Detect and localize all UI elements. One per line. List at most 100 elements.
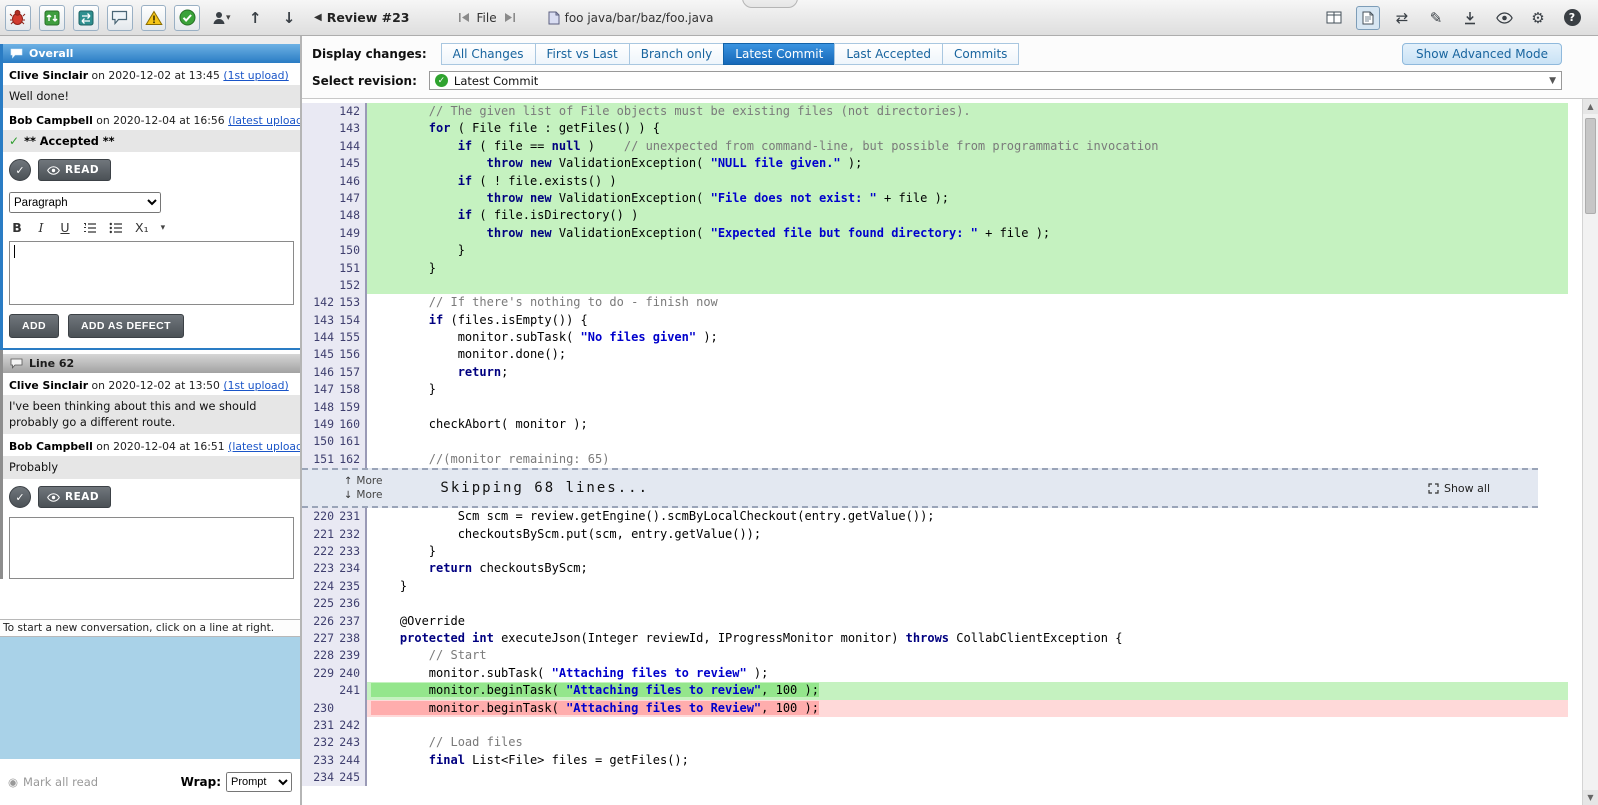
code-line[interactable]: 229240 monitor.subTask( "Attaching files… (302, 665, 1568, 682)
code-line[interactable]: 149160 checkAbort( monitor ); (302, 416, 1568, 433)
code-line[interactable]: 232243 // Load files (302, 734, 1568, 751)
code-line[interactable]: 234245 (302, 769, 1568, 786)
upload-link[interactable]: (1st upload) (223, 379, 288, 392)
code-line[interactable]: 224235 } (302, 578, 1568, 595)
code-line[interactable]: 227238 protected int executeJson(Integer… (302, 630, 1568, 647)
code-line[interactable]: 152 (302, 277, 1568, 294)
code-line[interactable]: 151162 //(monitor remaining: 65) (302, 451, 1568, 468)
code-line[interactable]: 221232 checkoutsByScm.put(scm, entry.get… (302, 526, 1568, 543)
scroll-down-button[interactable]: ▼ (1583, 790, 1598, 805)
code-line[interactable]: 145156 monitor.done(); (302, 346, 1568, 363)
code-line[interactable]: 150 } (302, 242, 1568, 259)
read-button[interactable]: READ (38, 486, 111, 508)
scrollbar-thumb[interactable] (1585, 118, 1596, 214)
user-menu-icon[interactable]: ▾ (208, 5, 234, 31)
scroll-up-button[interactable]: ▲ (1583, 99, 1598, 114)
edit-icon[interactable]: ✎ (1424, 6, 1448, 30)
code-line[interactable]: 226237 @Override (302, 613, 1568, 630)
code-line[interactable]: 233244 final List<File> files = getFiles… (302, 752, 1568, 769)
more-down-button[interactable]: ↓More (344, 489, 382, 501)
code-line[interactable]: 149 throw new ValidationException( "Expe… (302, 225, 1568, 242)
back-to-review-button[interactable]: ◀ Review #23 (314, 10, 410, 25)
code-line[interactable]: 146157 return; (302, 364, 1568, 381)
compare-icon[interactable]: ⇄ (1390, 6, 1414, 30)
show-all-button[interactable]: Show all (1428, 482, 1490, 495)
settings-icon[interactable]: ⚙ (1526, 6, 1550, 30)
display-first-vs-last-button[interactable]: First vs Last (535, 43, 630, 65)
changes-teal-icon[interactable] (73, 5, 99, 31)
code-line[interactable]: 142153 // If there's nothing to do - fin… (302, 294, 1568, 311)
old-line-number: 225 (302, 595, 339, 612)
upload-link[interactable]: (1st upload) (223, 69, 288, 82)
code-line[interactable]: 143154 if (files.isEmpty()) { (302, 312, 1568, 329)
underline-button[interactable]: U (59, 220, 71, 235)
paragraph-style-select[interactable]: Paragraph (9, 192, 161, 213)
read-button[interactable]: READ (38, 159, 111, 181)
code-line[interactable]: 144 if ( file == null ) // unexpected fr… (302, 138, 1568, 155)
code-line[interactable]: 146 if ( ! file.exists() ) (302, 173, 1568, 190)
code-line[interactable]: 147158 } (302, 381, 1568, 398)
bold-button[interactable]: B (11, 220, 23, 235)
defect-icon[interactable] (5, 5, 31, 31)
code-line[interactable]: 150161 (302, 433, 1568, 450)
layout-columns-icon[interactable] (1322, 6, 1346, 30)
upload-link[interactable]: (latest upload) (228, 440, 300, 453)
bullet-list-button[interactable] (109, 222, 123, 234)
code-line[interactable]: 147 throw new ValidationException( "File… (302, 190, 1568, 207)
code-line[interactable]: 148159 (302, 399, 1568, 416)
wrap-select[interactable]: Prompt (226, 772, 292, 792)
code-line[interactable]: 231242 (302, 717, 1568, 734)
ordered-list-button[interactable] (83, 222, 97, 234)
scrollbar-track[interactable] (1583, 114, 1598, 790)
code-line[interactable]: 145 throw new ValidationException( "NULL… (302, 155, 1568, 172)
code-line[interactable]: 223234 return checkoutsByScm; (302, 560, 1568, 577)
visibility-icon[interactable] (1492, 6, 1516, 30)
code-line[interactable]: 220231 Scm scm = review.getEngine().scmB… (302, 508, 1568, 525)
single-file-icon[interactable] (1356, 6, 1380, 30)
overall-section-header[interactable]: Overall (3, 44, 300, 63)
code-line[interactable]: 143 for ( File file : getFiles() ) { (302, 120, 1568, 137)
conversation-icon[interactable] (107, 5, 133, 31)
overall-comment-input[interactable] (9, 241, 294, 305)
display-last-accepted-button[interactable]: Last Accepted (834, 43, 943, 65)
more-up-button[interactable]: ↑More (344, 475, 382, 487)
code-line[interactable]: 148 if ( file.isDirectory() ) (302, 207, 1568, 224)
accept-icon[interactable] (174, 5, 200, 31)
code-line[interactable]: 230 monitor.beginTask( "Attaching files … (302, 700, 1568, 717)
mark-all-read-button[interactable]: ◉ Mark all read (8, 775, 98, 789)
add-button[interactable]: ADD (9, 314, 59, 338)
subscript-button[interactable]: X₁ (135, 220, 149, 235)
code-line[interactable]: 241 monitor.beginTask( "Attaching files … (302, 682, 1568, 699)
code-line[interactable]: 222233 } (302, 543, 1568, 560)
prev-file-icon[interactable] (458, 12, 470, 23)
download-icon[interactable] (1458, 6, 1482, 30)
code-line[interactable]: 225236 (302, 595, 1568, 612)
display-branch-only-button[interactable]: Branch only (629, 43, 725, 65)
revision-dropdown[interactable]: ✓ Latest Commit ▼ (429, 71, 1562, 90)
changes-green-icon[interactable] (39, 5, 65, 31)
line-62-comment-input[interactable] (9, 517, 294, 579)
next-item-icon[interactable]: ↓ (276, 5, 302, 31)
collapse-handle[interactable] (742, 0, 798, 8)
add-as-defect-button[interactable]: ADD AS DEFECT (68, 314, 184, 338)
help-icon[interactable]: ? (1560, 6, 1584, 30)
warning-icon[interactable] (141, 5, 167, 31)
code-line[interactable]: 142 // The given list of File objects mu… (302, 103, 1568, 120)
line-62-section-header[interactable]: Line 62 (3, 354, 300, 373)
code-line[interactable]: 144155 monitor.subTask( "No files given"… (302, 329, 1568, 346)
display-commits-button[interactable]: Commits (942, 43, 1019, 65)
italic-button[interactable]: I (35, 220, 47, 235)
vertical-scrollbar[interactable]: ▲ ▼ (1582, 99, 1598, 805)
next-file-icon[interactable] (504, 12, 516, 23)
dropdown-arrow-icon: ▼ (1549, 76, 1556, 86)
upload-link[interactable]: (latest upload) (228, 114, 300, 127)
code-line[interactable]: 151 } (302, 260, 1568, 277)
display-latest-commit-button[interactable]: Latest Commit (723, 43, 835, 65)
prev-item-icon[interactable]: ↑ (242, 5, 268, 31)
show-advanced-mode-button[interactable]: Show Advanced Mode (1402, 43, 1562, 65)
mark-read-toggle-button[interactable]: ✓ (9, 159, 31, 181)
mark-read-toggle-button[interactable]: ✓ (9, 486, 31, 508)
display-all-changes-button[interactable]: All Changes (441, 43, 536, 65)
more-formats-caret-icon[interactable]: ▾ (161, 223, 166, 233)
code-line[interactable]: 228239 // Start (302, 647, 1568, 664)
